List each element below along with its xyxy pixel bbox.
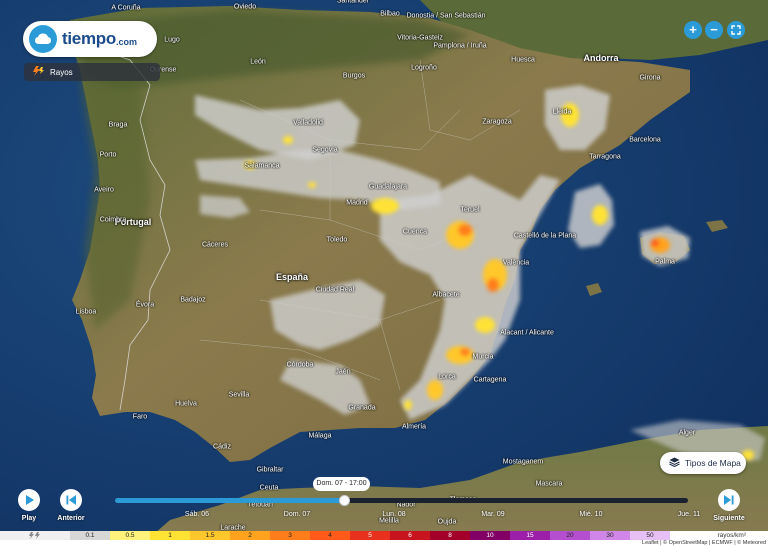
legend-swatch: 20 [550, 531, 590, 540]
lightning-legend: 0.1 0.5 1 1.5 2 3 4 5 6 8 10 15 20 30 50 rayos/km² Lea… [0, 531, 768, 546]
day-label[interactable]: Dom. 07 [284, 511, 310, 518]
brand-name: tiempo [62, 29, 116, 48]
play-label: Play [21, 515, 37, 522]
zoom-in-button[interactable]: + [684, 21, 702, 39]
day-label[interactable]: Lun. 08 [382, 511, 405, 518]
layer-label: Rayos [50, 67, 73, 77]
legend-swatch: 10 [470, 531, 510, 540]
map-attribution[interactable]: Leaflet | © OpenStreetMap | ECMWF | © Me… [642, 540, 766, 546]
legend-unit: rayos/km² [717, 532, 746, 539]
legend-scale: 0.1 0.5 1 1.5 2 3 4 5 6 8 10 15 20 30 50 [70, 531, 670, 540]
legend-swatch: 0.1 [70, 531, 110, 540]
zoom-out-button[interactable]: − [705, 21, 723, 39]
next-label: Siguiente [713, 515, 745, 522]
lightning-icon [32, 66, 44, 78]
legend-swatch: 4 [310, 531, 350, 540]
skip-forward-icon [724, 495, 734, 505]
next-button[interactable] [718, 489, 740, 511]
previous-button[interactable] [60, 489, 82, 511]
cloud-icon [29, 25, 57, 53]
map-canvas[interactable] [0, 0, 768, 546]
play-button[interactable] [18, 489, 40, 511]
timeline-handle[interactable] [339, 495, 350, 506]
previous-label: Anterior [57, 515, 85, 522]
lightning-icon [29, 532, 40, 539]
legend-swatch: 8 [430, 531, 470, 540]
fullscreen-icon [731, 25, 741, 35]
layers-icon [669, 457, 680, 469]
tiempo-logo[interactable]: tiempo .com [23, 21, 157, 57]
day-label[interactable]: Mié. 10 [580, 511, 603, 518]
legend-swatch: 15 [510, 531, 550, 540]
legend-swatch: 50 [630, 531, 670, 540]
day-label[interactable]: Sáb. 06 [185, 511, 209, 518]
legend-swatch: 6 [390, 531, 430, 540]
fullscreen-button[interactable] [727, 21, 745, 39]
legend-swatch: 2 [230, 531, 270, 540]
brand-tld: .com [115, 36, 137, 47]
map-types-label: Tipos de Mapa [685, 458, 741, 468]
current-time-bubble: Dom. 07 - 17:00 [313, 477, 370, 491]
legend-swatch: 0.5 [110, 531, 150, 540]
play-icon [25, 495, 34, 505]
active-layer-chip[interactable]: Rayos [24, 63, 160, 81]
legend-swatch: 1 [150, 531, 190, 540]
skip-back-icon [66, 495, 76, 505]
timeline-progress [115, 498, 344, 503]
legend-swatch: 30 [590, 531, 630, 540]
legend-swatch: 3 [270, 531, 310, 540]
legend-swatch: 5 [350, 531, 390, 540]
day-label[interactable]: Jue. 11 [678, 511, 700, 518]
legend-swatch: 1.5 [190, 531, 230, 540]
day-label[interactable]: Mar. 09 [481, 511, 504, 518]
legend-none-cell [0, 531, 70, 540]
map-types-button[interactable]: Tipos de Mapa [660, 452, 746, 474]
